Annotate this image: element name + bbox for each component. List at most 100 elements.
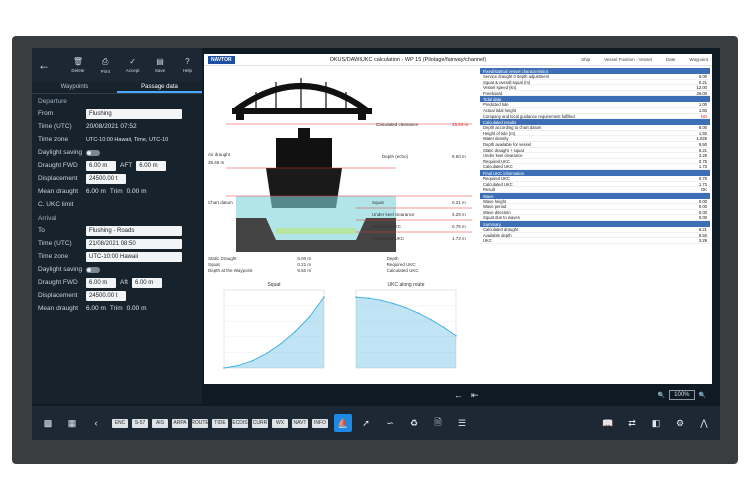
arrival-draught-aft-input[interactable]: 6.00 m bbox=[131, 277, 162, 288]
chart-title: UKC along route bbox=[388, 282, 425, 288]
ship-icon[interactable]: ⛵ bbox=[334, 414, 352, 432]
to-label: To bbox=[38, 227, 45, 234]
delete-button[interactable]: 🗑 Delete bbox=[69, 57, 86, 73]
route-icon[interactable]: ➚ bbox=[356, 415, 376, 431]
prev-page-icon[interactable]: ← bbox=[454, 390, 463, 401]
label-squat: Squat bbox=[372, 200, 384, 205]
label-clearance: Calculated clearance bbox=[376, 122, 419, 127]
save-icon: ▤ bbox=[156, 57, 164, 66]
departure-section-title: Departure bbox=[38, 98, 67, 105]
row-value: 0.00 bbox=[698, 198, 707, 204]
row-label: Service draught 0 depth adjustment bbox=[483, 74, 550, 79]
arrival-time-input[interactable]: 21/08/2021 08:50 bbox=[86, 238, 182, 249]
chip-group: ENC S-57 AIS ARPA ROUTE TIDE ECDIS CURR WX NAVT IN… bbox=[110, 418, 330, 428]
grid-icon[interactable]: ▦ bbox=[62, 415, 82, 431]
row-value: 9.50 bbox=[698, 141, 707, 147]
toolbar-chip[interactable]: CURR bbox=[252, 418, 268, 428]
row-value: 6.00 bbox=[698, 74, 707, 79]
first-page-icon[interactable]: ⇤ bbox=[471, 390, 479, 401]
row-value: 0.75 bbox=[698, 158, 707, 164]
toolbar-chip[interactable]: ARPA bbox=[172, 418, 188, 428]
panel-tabs: Waypoints Passage data bbox=[32, 82, 202, 94]
charts-area: Squat UKC along route bbox=[206, 280, 474, 382]
help-button[interactable]: ? Help bbox=[179, 57, 196, 73]
row-label: Wave height bbox=[483, 198, 507, 204]
document-title: OKUS/DAWIUKC calculation - WP 15 (Pilota… bbox=[329, 56, 487, 63]
chart-icon[interactable]: ∽ bbox=[380, 415, 400, 431]
book-icon[interactable]: 📖 bbox=[598, 415, 618, 431]
gear-icon[interactable]: ⚙ bbox=[670, 415, 690, 431]
row-label: Under keel clearance bbox=[483, 153, 523, 159]
data-point bbox=[251, 359, 254, 362]
meta-waypoint: Waypoint bbox=[689, 57, 708, 62]
data-point bbox=[405, 307, 407, 309]
row-value: 0.00 bbox=[698, 204, 707, 210]
document-icon[interactable]: 🗎 bbox=[428, 415, 448, 431]
row-value: 26.00 bbox=[696, 90, 707, 96]
departure-draught-fwd-input[interactable]: 6.00 m bbox=[86, 160, 116, 171]
arrival-disp-input[interactable]: 24500.00 t bbox=[86, 290, 126, 301]
ship-mast bbox=[298, 128, 310, 138]
swap-icon[interactable]: ⇄ bbox=[622, 415, 642, 431]
departure-time-value[interactable]: 20/08/2021 07:52 bbox=[86, 123, 137, 130]
document-meta: Ship Vessel Position - Vessel Date Waypo… bbox=[581, 57, 708, 62]
help-icon: ? bbox=[185, 57, 190, 66]
arrival-daylight-toggle[interactable] bbox=[86, 266, 100, 273]
chevron-left-icon[interactable]: ‹ bbox=[86, 415, 106, 431]
zoom-in-icon[interactable]: 🔍 bbox=[699, 392, 706, 399]
row-label: Static draught + squat bbox=[483, 147, 524, 153]
data-point bbox=[223, 367, 225, 369]
toolbar-chip[interactable]: ECDIS bbox=[232, 418, 248, 428]
ukc-cell: Depth at the Waypoint bbox=[208, 268, 253, 273]
print-button[interactable]: ⎙ Print bbox=[97, 57, 114, 74]
row-value: 6.21 bbox=[698, 227, 707, 233]
row-label: Required UKC bbox=[483, 175, 510, 181]
arrival-zone-select[interactable]: UTC-10:00 Hawaii bbox=[86, 251, 182, 262]
departure-disp-input[interactable]: 24500.00 t bbox=[86, 173, 126, 184]
zoom-out-icon[interactable]: 🔍 bbox=[658, 392, 665, 399]
row-label: Actual tidal height bbox=[483, 107, 517, 113]
row-value: 12.00 bbox=[696, 85, 707, 91]
row-label: Height of tide (m) bbox=[483, 130, 516, 136]
row-label: Depth according to chart datum bbox=[483, 125, 542, 131]
toolbar-chip[interactable]: ENC bbox=[112, 418, 128, 428]
value-ukc: 3.29 m bbox=[452, 212, 466, 217]
label-chart-datum: Chart datum bbox=[208, 200, 233, 205]
departure-zone-select[interactable]: UTC-10:00 Hawaii, Time, UTC-10 bbox=[86, 137, 168, 143]
recycle-icon[interactable]: ♻ bbox=[404, 415, 424, 431]
arrival-to-input[interactable]: Flushing - Roads bbox=[86, 225, 182, 236]
arrival-draught-fwd-input[interactable]: 6.00 m bbox=[86, 277, 116, 288]
toolbar-chip[interactable]: NAVT bbox=[292, 418, 308, 428]
departure-from-input[interactable]: Flushing bbox=[86, 108, 182, 119]
toolbar-chip[interactable]: WX bbox=[272, 418, 288, 428]
monitor-icon[interactable]: ▩ bbox=[38, 415, 58, 431]
toolbar-chip[interactable]: TIDE bbox=[212, 418, 228, 428]
label-calculated-ukc: Calculated UKC bbox=[372, 236, 405, 241]
data-point bbox=[417, 312, 420, 315]
ukc-report-document: NAVTOR OKUS/DAWIUKC calculation - WP 15 … bbox=[204, 54, 712, 384]
meta-ship: Ship bbox=[581, 57, 591, 62]
toolbar-chip[interactable]: S-57 bbox=[132, 418, 148, 428]
save-button[interactable]: ▤ Save bbox=[151, 57, 168, 73]
toolbar-chip[interactable]: INFO bbox=[312, 418, 328, 428]
row-value: 0.21 bbox=[698, 79, 707, 85]
row-label: Predicted tide bbox=[483, 102, 509, 108]
arrival-mean-value: 6.00 m bbox=[86, 305, 106, 312]
row-value: 3.29 bbox=[698, 238, 707, 244]
print-icon: ⎙ bbox=[102, 56, 109, 66]
toolbar-chip[interactable]: AIS bbox=[152, 418, 168, 428]
departure-draught-aft-input[interactable]: 6.00 m bbox=[136, 160, 167, 171]
data-point bbox=[280, 342, 282, 345]
document-navigation-bar: ← ⇤ 🔍 100% 🔍 bbox=[204, 386, 712, 404]
tab-passage-data[interactable]: Passage data bbox=[117, 82, 202, 93]
toolbar-chip[interactable]: ROUTE bbox=[191, 418, 209, 428]
compass-icon[interactable]: ⋀ bbox=[694, 415, 714, 431]
zoom-select[interactable]: 100% bbox=[669, 390, 695, 400]
back-arrow-icon[interactable]: ← bbox=[38, 58, 59, 72]
tab-waypoints[interactable]: Waypoints bbox=[32, 82, 117, 93]
departure-daylight-toggle[interactable] bbox=[86, 149, 100, 156]
label-required-ukc: Required UKC bbox=[372, 224, 402, 229]
accept-button[interactable]: ✓ Accept bbox=[124, 57, 141, 73]
layers-icon[interactable]: ☰ bbox=[452, 415, 472, 431]
panel-icon[interactable]: ◧ bbox=[646, 415, 666, 431]
